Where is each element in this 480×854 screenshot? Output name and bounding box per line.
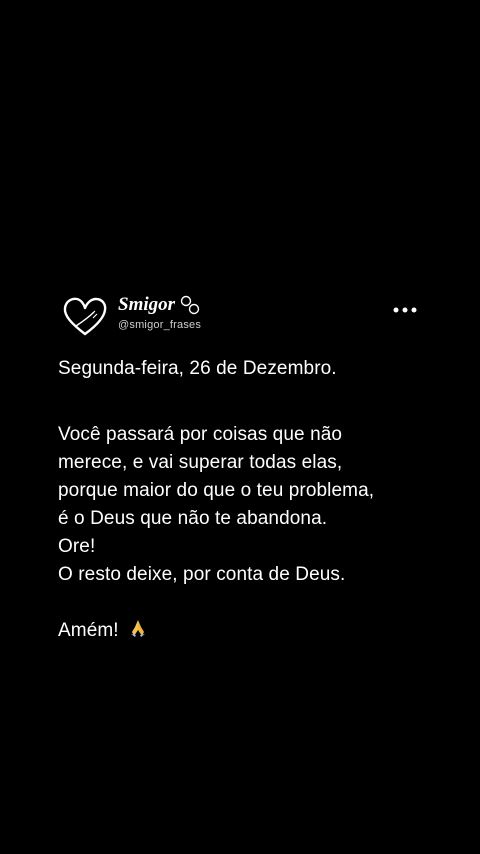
post-message: Você passará por coisas que não merece, … [58,421,374,589]
post-closing: Amém! [58,617,148,645]
closing-text: Amém! [58,620,119,641]
more-horizontal-icon[interactable] [392,304,418,316]
author-handle[interactable]: @smigor_frases [118,319,201,331]
message-line: Ore! [58,536,96,557]
author-name-row: Smigor [118,294,201,316]
post-date-line: Segunda-feira, 26 de Dezembro. [58,358,337,379]
post-header: Smigor @smigor_frases [58,288,430,340]
message-line: Você passará por coisas que não [58,424,343,445]
heart-logo-icon[interactable] [62,296,108,338]
praying-hands-icon [131,620,146,637]
post-card: Smigor @smigor_frases Segunda-feira, 26 … [58,288,430,641]
message-line: porque maior do que o teu problema, [58,480,375,501]
message-line: é o Deus que não te abandona. [58,508,328,529]
message-line: O resto deixe, por conta de Deus. [58,564,346,585]
rings-icon [180,295,200,315]
message-line: merece, e vai superar todas elas, [58,452,343,473]
author-display-name[interactable]: Smigor [118,294,175,316]
